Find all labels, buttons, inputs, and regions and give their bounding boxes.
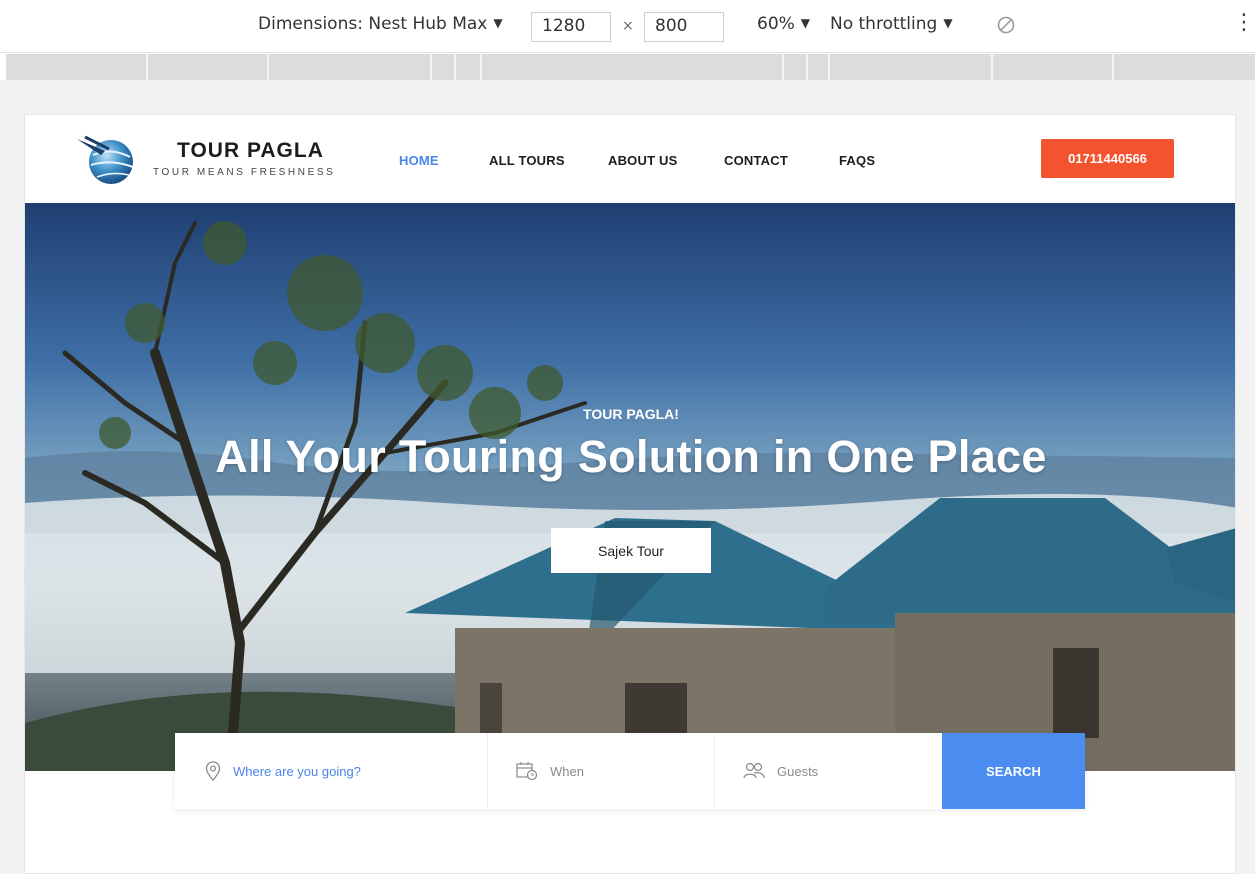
guests-icon bbox=[743, 762, 765, 779]
nav-item-about-us[interactable]: ABOUT US bbox=[608, 153, 678, 168]
calendar-icon bbox=[516, 762, 538, 781]
nav-item-home[interactable]: HOME bbox=[399, 153, 439, 168]
site-header: TOUR PAGLA TOUR MEANS FRESHNESS HOME ALL… bbox=[25, 115, 1235, 203]
device-viewport: TOUR PAGLA TOUR MEANS FRESHNESS HOME ALL… bbox=[24, 114, 1236, 874]
rotate-icon[interactable] bbox=[996, 15, 1016, 35]
dropdown-caret-icon: ▼ bbox=[493, 16, 503, 30]
phone-button[interactable]: 01711440566 bbox=[1041, 139, 1174, 178]
when-field[interactable]: When bbox=[487, 733, 713, 809]
width-input[interactable]: 1280 bbox=[531, 12, 611, 42]
dropdown-caret-icon: ▼ bbox=[943, 16, 953, 30]
dropdown-caret-icon: ▼ bbox=[800, 16, 811, 30]
brand-tagline: TOUR MEANS FRESHNESS bbox=[153, 167, 336, 178]
device-selector[interactable]: Dimensions: Nest Hub Max ▼ bbox=[258, 14, 503, 34]
dimension-separator: × bbox=[622, 18, 634, 34]
destination-placeholder: Where are you going? bbox=[233, 763, 361, 779]
zoom-selector[interactable]: 60% ▼ bbox=[757, 14, 810, 34]
hero-background-image bbox=[25, 221, 1235, 771]
when-placeholder: When bbox=[550, 763, 584, 779]
destination-field[interactable]: Where are you going? bbox=[205, 733, 485, 809]
location-pin-icon bbox=[205, 761, 221, 781]
hero-kicker: TOUR PAGLA! bbox=[583, 406, 679, 422]
guests-field[interactable]: Guests bbox=[714, 733, 942, 809]
throttling-selector[interactable]: No throttling ▼ bbox=[830, 14, 953, 34]
height-input[interactable]: 800 bbox=[644, 12, 724, 42]
tour-search-bar: Where are you going? When Guests SEARCH bbox=[175, 733, 1085, 809]
media-query-ruler[interactable] bbox=[6, 54, 1255, 80]
more-options-icon[interactable]: ⋮ bbox=[1233, 12, 1255, 34]
nav-item-all-tours[interactable]: ALL TOURS bbox=[489, 153, 565, 168]
sajek-tour-button[interactable]: Sajek Tour bbox=[551, 528, 711, 573]
search-button[interactable]: SEARCH bbox=[942, 733, 1085, 809]
device-selector-label: Dimensions: Nest Hub Max bbox=[258, 14, 488, 34]
throttling-value: No throttling bbox=[830, 14, 938, 34]
guests-placeholder: Guests bbox=[777, 763, 819, 779]
brand-name[interactable]: TOUR PAGLA bbox=[177, 139, 324, 163]
hero-banner: TOUR PAGLA! All Your Touring Solution in… bbox=[25, 203, 1235, 771]
hero-title: All Your Touring Solution in One Place bbox=[215, 431, 1047, 482]
zoom-value: 60% bbox=[757, 14, 795, 34]
nav-item-faqs[interactable]: FAQS bbox=[839, 153, 875, 168]
nav-item-contact[interactable]: CONTACT bbox=[724, 153, 788, 168]
globe-logo-icon[interactable] bbox=[75, 133, 139, 187]
devtools-device-toolbar: Dimensions: Nest Hub Max ▼ 1280 × 800 60%… bbox=[0, 0, 1255, 53]
